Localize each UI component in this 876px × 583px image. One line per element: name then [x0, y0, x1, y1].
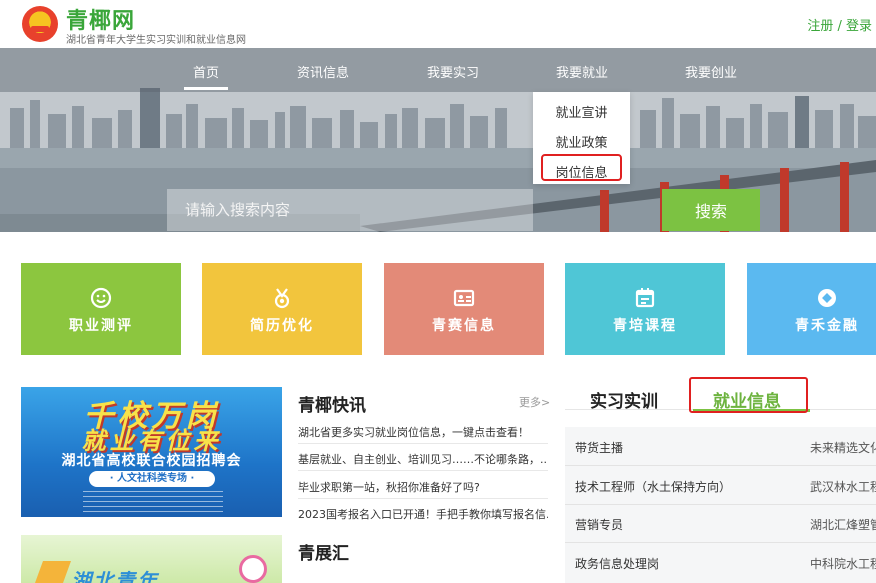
tile-training-courses[interactable]: 青培课程	[565, 263, 725, 355]
tile-label: 青赛信息	[432, 318, 496, 334]
nav-employment[interactable]: 我要就业	[556, 62, 608, 81]
job-row[interactable]: 技术工程师（水土保持方向） 武汉林水工程	[565, 466, 876, 504]
tile-finance[interactable]: 青禾金融	[747, 263, 876, 355]
divider	[298, 443, 548, 444]
tile-competition-info[interactable]: 青赛信息	[384, 263, 544, 355]
divider	[298, 498, 548, 499]
job-company: 武汉林水工程	[810, 480, 876, 494]
poster2-text: 湖北青年	[71, 569, 159, 583]
poster-event-name: 湖北省高校联合校园招聘会	[61, 453, 242, 469]
news-item[interactable]: 毕业求职第一站，秋招你准备好了吗?	[298, 479, 548, 495]
tile-label: 简历优化	[250, 318, 314, 334]
auth-separator: /	[833, 19, 846, 34]
nav-news[interactable]: 资讯信息	[297, 62, 349, 81]
id-card-icon	[453, 289, 475, 307]
dropdown-item-career-talk[interactable]: 就业宣讲	[533, 102, 630, 121]
youth-expo-poster[interactable]: 湖北青年	[21, 535, 282, 583]
news-section-title: 青椰快讯	[298, 396, 366, 416]
tile-resume-optimization[interactable]: 简历优化	[202, 263, 362, 355]
poster-fine-print	[83, 491, 223, 513]
tile-label: 职业测评	[69, 318, 133, 334]
tile-career-assessment[interactable]: 职业测评	[21, 263, 181, 355]
youth-league-logo-icon[interactable]	[22, 6, 58, 42]
medal-icon	[274, 288, 290, 309]
search-button[interactable]: 搜索	[662, 189, 760, 231]
tile-label: 青培课程	[613, 318, 677, 334]
play-icon	[239, 555, 267, 583]
smile-icon	[90, 287, 112, 309]
divider	[298, 470, 548, 471]
nav-active-indicator	[184, 87, 228, 90]
main-navbar: 首页 资讯信息 我要实习 我要就业 我要创业	[0, 48, 876, 92]
site-subtitle: 湖北省青年大学生实习实训和就业信息网	[66, 35, 246, 46]
expo-section-title: 青展汇	[298, 544, 349, 564]
calendar-icon	[635, 288, 655, 308]
login-link[interactable]: 登录	[846, 19, 872, 34]
nav-entrepreneurship[interactable]: 我要创业	[685, 62, 737, 81]
job-row[interactable]: 营销专员 湖北汇烽塑管	[565, 504, 876, 542]
news-item[interactable]: 2023国考报名入口已开通！手把手教你填写报名信...	[298, 506, 548, 522]
register-link[interactable]: 注册	[807, 19, 833, 34]
site-header: 青椰网 湖北省青年大学生实习实训和就业信息网 注册 / 登录	[0, 0, 876, 48]
diamond-icon	[818, 289, 836, 307]
poster-tag: · 人文社科类专场 ·	[89, 471, 215, 487]
job-title: 技术工程师（水土保持方向）	[575, 480, 732, 494]
nav-home[interactable]: 首页	[193, 62, 219, 81]
job-row[interactable]: 政务信息处理岗 中科院水工程	[565, 543, 876, 581]
news-item[interactable]: 湖北省更多实习就业岗位信息，一键点击查看！	[298, 424, 548, 440]
job-company: 湖北汇烽塑管	[810, 518, 876, 532]
job-company: 未来精选文化	[810, 441, 876, 455]
search-input[interactable]	[167, 189, 533, 231]
job-row[interactable]: 带货主播 未来精选文化	[565, 427, 876, 465]
job-title: 带货主播	[575, 441, 624, 455]
auth-links: 注册 / 登录	[807, 15, 872, 34]
job-info-highlight-box	[541, 154, 622, 181]
job-title: 政务信息处理岗	[575, 557, 660, 571]
job-company: 中科院水工程	[810, 557, 876, 571]
employment-tab-highlight-box	[689, 377, 808, 413]
news-more-link[interactable]: 更多>	[519, 394, 550, 410]
nav-internship[interactable]: 我要实习	[427, 62, 479, 81]
job-title: 营销专员	[575, 518, 624, 532]
campus-recruitment-poster[interactable]: 千校万岗 就业有位来 湖北省高校联合校园招聘会 · 人文社科类专场 ·	[21, 387, 282, 517]
dropdown-item-policy[interactable]: 就业政策	[533, 132, 630, 151]
tile-label: 青禾金融	[795, 318, 859, 334]
hero-banner: 首页 资讯信息 我要实习 我要就业 我要创业 搜索	[0, 48, 876, 232]
news-item[interactable]: 基层就业、自主创业、培训见习……不论哪条路，...	[298, 451, 548, 467]
arrow-icon	[34, 561, 72, 583]
